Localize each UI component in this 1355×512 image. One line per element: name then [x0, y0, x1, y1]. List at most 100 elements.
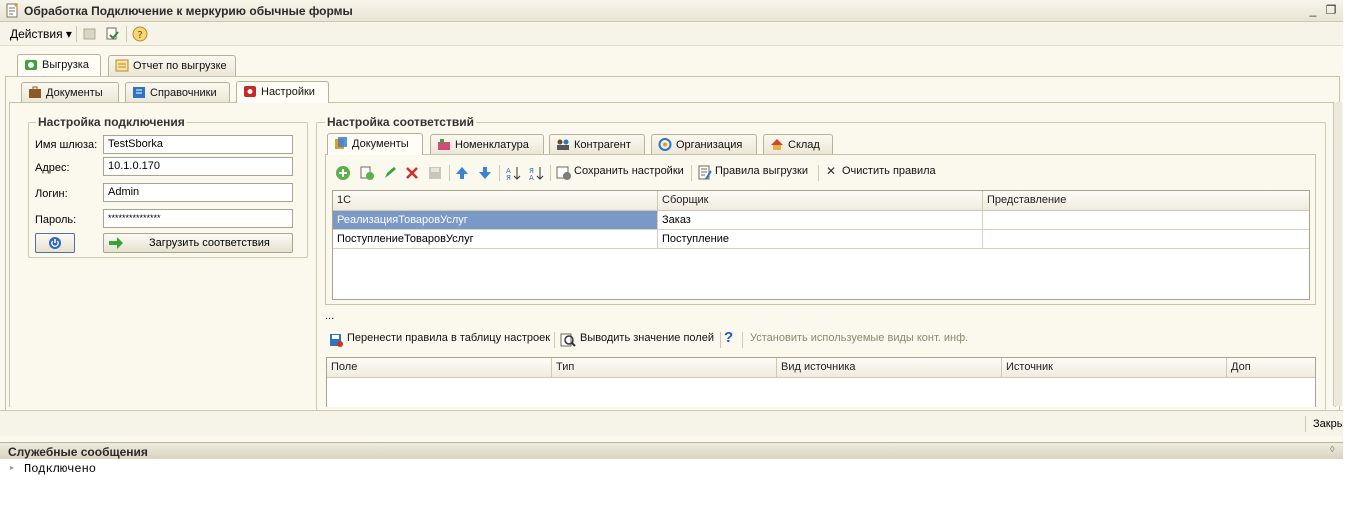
toolbar-separator	[550, 165, 551, 181]
tab-map-nomenclature-label: Номенклатура	[455, 139, 529, 151]
load-mappings-button[interactable]: Загрузить соответствия	[103, 233, 293, 253]
toolbar-separator	[1305, 416, 1306, 432]
svg-text:А: А	[529, 174, 534, 181]
show-fields-button[interactable]: Выводить значение полей	[560, 328, 718, 352]
form-status-bar: Закрыть	[0, 410, 1355, 436]
tab-export[interactable]: Выгрузка	[17, 54, 101, 76]
toolbar-separator	[76, 26, 77, 42]
column-header-source[interactable]: Источник	[1002, 358, 1227, 378]
window-edge	[1343, 0, 1355, 512]
tab-settings[interactable]: Настройки	[236, 81, 329, 103]
window-title-bar: Обработка Подключение к меркурию обычные…	[0, 0, 1343, 22]
people-icon	[557, 139, 569, 150]
copy-icon[interactable]	[359, 165, 375, 181]
toolbar-separator	[449, 165, 450, 181]
mapping-group-title: Настройка соответствий	[325, 115, 476, 129]
toolbar-separator	[554, 332, 555, 348]
load-mappings-label: Загрузить соответствия	[149, 237, 270, 249]
tab-map-warehouse[interactable]: Склад	[763, 134, 833, 155]
toolbar-separator	[499, 165, 500, 181]
table-cell[interactable]	[983, 211, 1309, 230]
toolbar-separator	[126, 26, 127, 42]
restore-icon[interactable]: ❐	[1323, 3, 1339, 17]
fields-table[interactable]: Поле Тип Вид источника Источник Доп	[326, 357, 1316, 407]
tab-map-warehouse-label: Склад	[788, 139, 820, 151]
svg-text:?: ?	[137, 30, 142, 41]
tab-map-organization[interactable]: Организация	[651, 134, 757, 155]
edit-icon[interactable]	[382, 165, 398, 181]
column-header-collector[interactable]: Сборщик	[658, 191, 983, 211]
table-cell[interactable]: РеализацияТоваровУслуг	[333, 211, 658, 230]
move-rules-button[interactable]: Перенести правила в таблицу настроек	[326, 328, 551, 352]
window-title: Обработка Подключение к меркурию обычные…	[24, 4, 353, 18]
inspect-icon	[560, 333, 576, 347]
column-header-type[interactable]: Тип	[552, 358, 777, 378]
disabled-action-icon[interactable]	[82, 26, 98, 42]
export-rules-button[interactable]: Правила выгрузки	[697, 161, 815, 185]
help-question-icon[interactable]: ?	[724, 329, 733, 346]
mapping-table[interactable]: 1С Сборщик Представление РеализацияТовар…	[332, 190, 1310, 300]
goods-icon	[438, 139, 450, 150]
tab-map-documents[interactable]: Документы	[327, 133, 423, 155]
tab-export-report-label: Отчет по выгрузке	[133, 60, 227, 72]
clear-icon: ✕	[826, 164, 837, 178]
sort-descending-icon[interactable]: ЯА	[528, 165, 544, 181]
table-cell[interactable]	[983, 230, 1309, 249]
column-header-1c[interactable]: 1С	[333, 191, 658, 211]
tab-documents[interactable]: Документы	[21, 82, 119, 103]
move-rules-label: Перенести правила в таблицу настроек	[347, 332, 551, 344]
execute-icon[interactable]	[104, 26, 120, 42]
add-icon[interactable]	[335, 165, 351, 181]
column-header-extra[interactable]: Доп	[1227, 358, 1315, 378]
tab-export-report[interactable]: Отчет по выгрузке	[108, 55, 236, 76]
report-icon	[115, 59, 129, 72]
help-icon[interactable]: ?	[132, 26, 148, 42]
rules-icon	[698, 165, 712, 180]
messages-area[interactable]: ▸ Подключено	[0, 459, 1343, 512]
gateway-input[interactable]: TestSborka	[103, 135, 293, 154]
arrow-right-icon	[109, 237, 123, 249]
delete-icon[interactable]	[404, 165, 420, 181]
address-input[interactable]: 10.1.0.170	[103, 157, 293, 176]
tab-map-nomenclature[interactable]: Номенклатура	[430, 134, 544, 155]
clear-rules-button[interactable]: ✕ Очистить правила	[824, 161, 939, 185]
table-cell[interactable]: Заказ	[658, 211, 983, 230]
ellipsis-label: ...	[325, 310, 335, 322]
login-input[interactable]: Admin	[103, 183, 293, 202]
toolbar-separator	[818, 165, 819, 181]
set-contact-types-button[interactable]: Установить используемые виды конт. инф.	[750, 332, 968, 344]
messages-title: Служебные сообщения	[8, 445, 148, 459]
documents-icon	[335, 137, 347, 149]
move-up-icon[interactable]	[454, 165, 470, 181]
column-header-source-kind[interactable]: Вид источника	[777, 358, 1002, 378]
move-down-icon[interactable]	[477, 165, 493, 181]
table-cell[interactable]: Поступление	[658, 230, 983, 249]
power-icon	[49, 237, 61, 249]
password-label: Пароль:	[35, 214, 77, 226]
table-cell[interactable]: ПоступлениеТоваровУслуг	[333, 230, 658, 249]
toolbar-separator	[720, 332, 721, 348]
tab-map-counterparty[interactable]: Контрагент	[549, 134, 645, 155]
tab-catalogs[interactable]: Справочники	[125, 82, 230, 103]
tab-catalogs-label: Справочники	[150, 87, 217, 99]
pin-icon[interactable]: ◊	[1330, 444, 1334, 454]
password-input[interactable]: ***************	[103, 209, 293, 228]
form-icon	[6, 3, 18, 18]
address-label: Адрес:	[35, 162, 70, 174]
connect-button[interactable]	[35, 233, 75, 253]
minimize-icon[interactable]: _	[1305, 3, 1321, 17]
actions-menu[interactable]: Действия ▾	[10, 27, 72, 41]
sort-ascending-icon[interactable]: АЯ	[505, 165, 521, 181]
actions-menu-label: Действия	[10, 27, 63, 41]
tab-export-label: Выгрузка	[42, 59, 89, 71]
column-header-representation[interactable]: Представление	[983, 191, 1309, 211]
save-disabled-icon[interactable]	[427, 165, 443, 181]
tab-map-organization-label: Организация	[676, 139, 743, 151]
save-settings-button[interactable]: Сохранить настройки	[556, 161, 688, 185]
catalog-icon	[133, 87, 145, 98]
vertical-scrollbar[interactable]	[1333, 102, 1342, 406]
settings-icon	[244, 86, 256, 97]
command-bar: Действия ▾ ?	[0, 22, 1343, 46]
export-rules-label: Правила выгрузки	[715, 165, 808, 177]
column-header-field[interactable]: Поле	[327, 358, 552, 378]
